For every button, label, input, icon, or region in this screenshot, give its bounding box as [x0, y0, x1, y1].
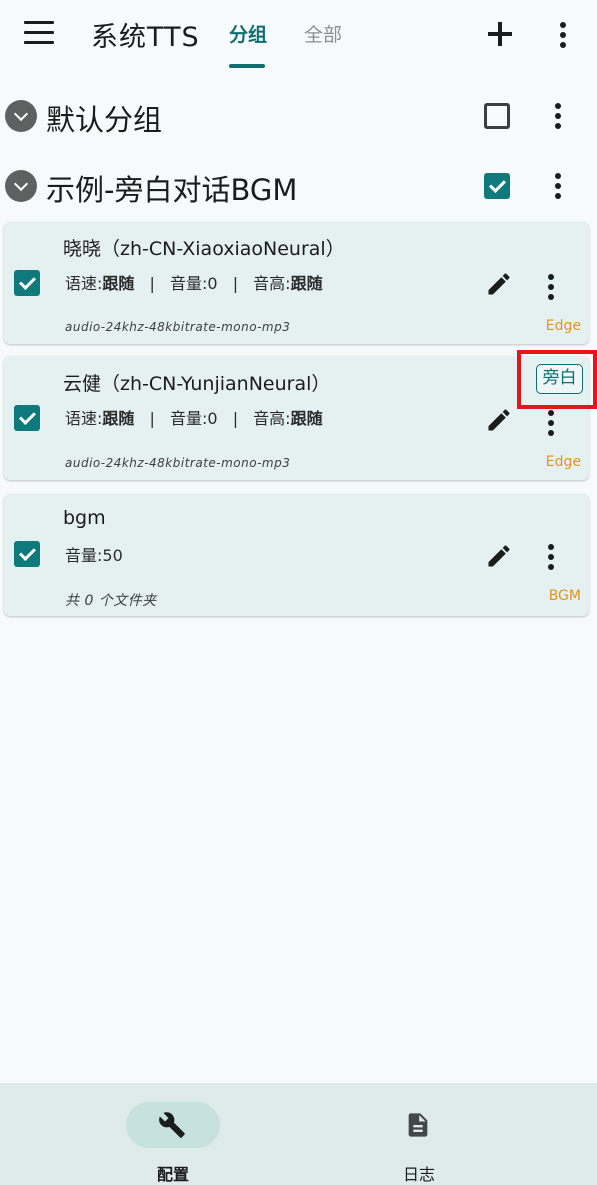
- item-title: 晓晓（zh-CN-XiaoxiaoNeural）: [63, 238, 345, 260]
- app-title: 系统TTS: [91, 22, 200, 53]
- tab-indicator: [229, 64, 265, 68]
- audio-format: audio-24khz-48kbitrate-mono-mp3: [65, 320, 291, 334]
- item-title: 云健（zh-CN-YunjianNeural）: [63, 373, 331, 395]
- nav-label-config: 配置: [156, 1165, 189, 1184]
- nav-label-log: 日志: [402, 1165, 435, 1184]
- highlight-box: [517, 350, 597, 409]
- engine-type-label: Edge: [545, 318, 581, 334]
- add-icon[interactable]: [488, 22, 512, 46]
- item-more-icon[interactable]: [548, 410, 554, 436]
- top-app-bar: 系统TTS 分组 全部: [0, 0, 597, 70]
- group-checkbox[interactable]: [484, 103, 510, 129]
- edit-pencil-icon[interactable]: [485, 406, 513, 434]
- expand-chevron-icon[interactable]: [5, 100, 37, 132]
- group-row-default[interactable]: 默认分组: [0, 92, 597, 142]
- menu-icon[interactable]: [24, 21, 54, 45]
- item-checkbox[interactable]: [14, 270, 40, 296]
- group-checkbox[interactable]: [484, 173, 510, 199]
- expand-chevron-icon[interactable]: [5, 170, 37, 202]
- group-name: 示例-旁白对话BGM: [46, 173, 298, 207]
- group-row-example[interactable]: 示例-旁白对话BGM: [0, 160, 597, 210]
- group-more-icon[interactable]: [555, 103, 561, 129]
- engine-type-label: BGM: [548, 588, 581, 604]
- nav-item-config[interactable]: 配置: [0, 1083, 298, 1185]
- item-params: 语速:跟随 | 音量:0 | 音高:跟随: [65, 409, 323, 428]
- group-more-icon[interactable]: [555, 173, 561, 199]
- bottom-navigation: 配置 日志: [0, 1083, 597, 1185]
- bgm-item-card[interactable]: bgm 音量:50 共 0 个文件夹 BGM: [4, 494, 589, 616]
- more-options-icon[interactable]: [560, 22, 566, 48]
- tts-item-card[interactable]: 云健（zh-CN-YunjianNeural） 语速:跟随 | 音量:0 | 音…: [4, 356, 589, 480]
- group-name: 默认分组: [46, 103, 163, 137]
- nav-item-log[interactable]: 日志: [298, 1083, 596, 1185]
- item-more-icon[interactable]: [548, 544, 554, 570]
- folder-count: 共 0 个文件夹: [65, 593, 157, 609]
- item-more-icon[interactable]: [548, 274, 554, 300]
- tab-all[interactable]: 全部: [304, 20, 342, 47]
- wrench-icon: [158, 1111, 186, 1143]
- item-params: 音量:50: [65, 546, 123, 565]
- document-icon: [404, 1110, 432, 1144]
- engine-type-label: Edge: [545, 454, 581, 470]
- audio-format: audio-24khz-48kbitrate-mono-mp3: [65, 456, 291, 470]
- tab-groups[interactable]: 分组: [229, 20, 267, 47]
- item-title: bgm: [63, 507, 106, 529]
- item-params: 语速:跟随 | 音量:0 | 音高:跟随: [65, 274, 323, 293]
- edit-pencil-icon[interactable]: [485, 270, 513, 298]
- tts-item-card[interactable]: 晓晓（zh-CN-XiaoxiaoNeural） 语速:跟随 | 音量:0 | …: [4, 222, 589, 344]
- item-checkbox[interactable]: [14, 405, 40, 431]
- item-checkbox[interactable]: [14, 541, 40, 567]
- edit-pencil-icon[interactable]: [485, 542, 513, 570]
